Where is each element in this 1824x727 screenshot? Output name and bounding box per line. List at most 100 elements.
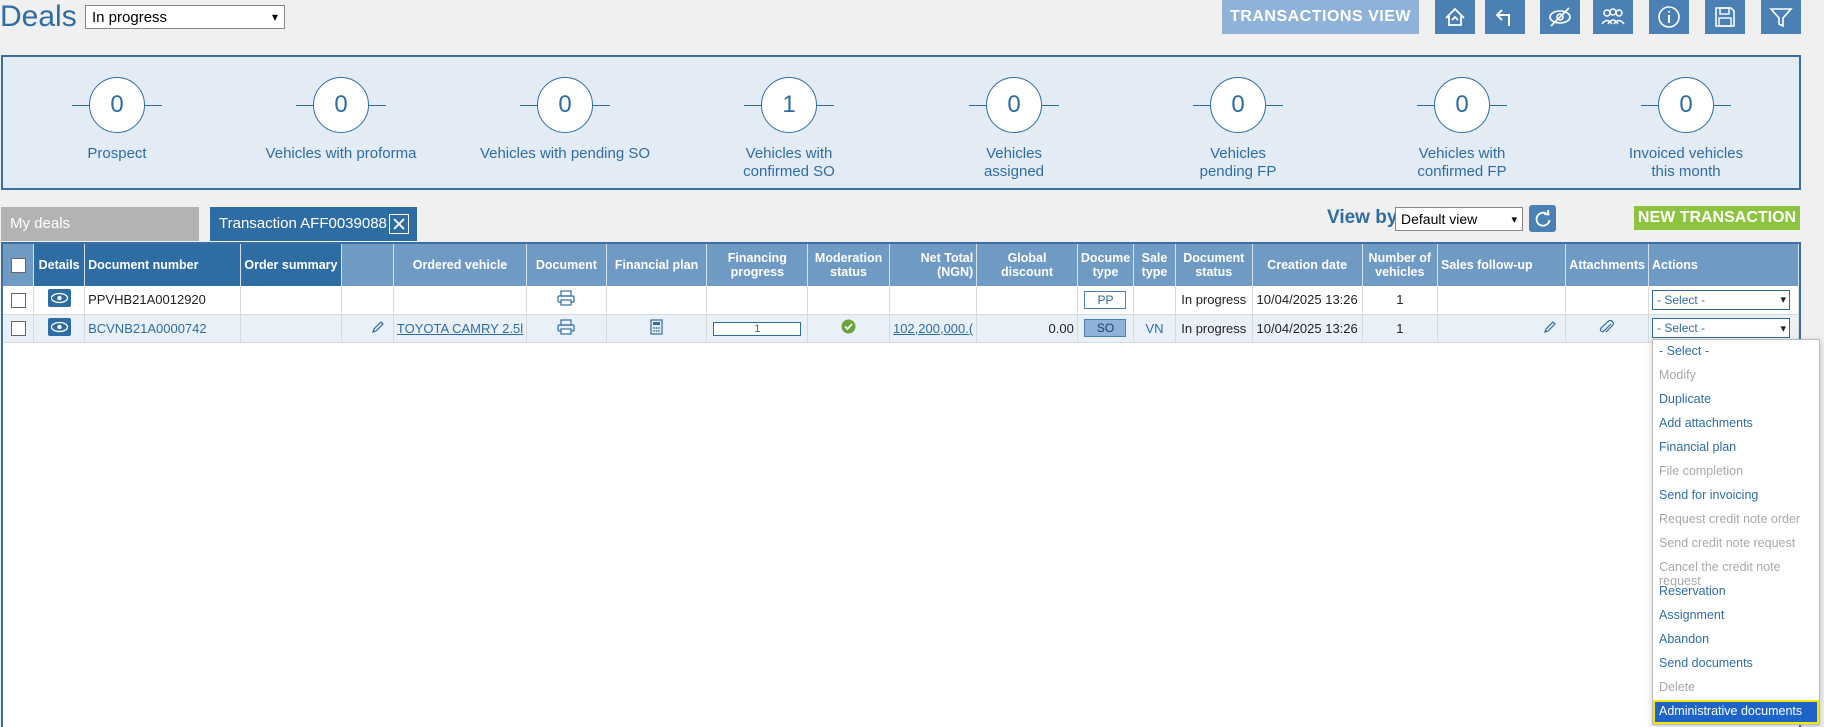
col-attachments[interactable]: Attachments bbox=[1565, 244, 1650, 286]
kpi-pending-fp[interactable]: 0 Vehicles pending FP bbox=[1138, 77, 1338, 181]
home-up-button[interactable] bbox=[1435, 0, 1475, 34]
net-total-link[interactable]: 102,200,000.( bbox=[893, 321, 973, 336]
page-title: Deals bbox=[0, 0, 77, 33]
col-details[interactable]: Details bbox=[33, 244, 86, 286]
attachments-cell[interactable] bbox=[1565, 314, 1650, 343]
info-icon bbox=[1658, 6, 1680, 28]
col-actions[interactable]: Actions bbox=[1648, 244, 1799, 286]
menu-item-add-attachments[interactable]: Add attachments bbox=[1653, 412, 1819, 436]
net-total-cell[interactable]: 102,200,000.( bbox=[889, 314, 978, 343]
tab-transaction[interactable]: Transaction AFF0039088 bbox=[210, 207, 417, 241]
financing-progress bbox=[706, 286, 809, 315]
group-button[interactable] bbox=[1593, 0, 1633, 34]
row-checkbox-cell[interactable] bbox=[3, 314, 35, 343]
save-button[interactable] bbox=[1705, 0, 1745, 34]
col-net-total[interactable]: Net Total (NGN) bbox=[889, 244, 978, 286]
back-button[interactable] bbox=[1485, 0, 1525, 34]
col-document-number[interactable]: Document number bbox=[84, 244, 242, 286]
ordered-vehicle-link[interactable]: TOYOTA CAMRY 2.5l bbox=[397, 321, 523, 336]
view-by-label: View by bbox=[1327, 207, 1398, 228]
financial-plan-cell[interactable] bbox=[606, 314, 708, 343]
refresh-button[interactable] bbox=[1529, 205, 1556, 232]
kpi-confirmed-fp[interactable]: 0 Vehicles with confirmed FP bbox=[1362, 77, 1562, 181]
document-type-cell: SO bbox=[1077, 314, 1135, 343]
pencil-icon[interactable] bbox=[371, 320, 385, 334]
select-all-checkbox[interactable] bbox=[10, 257, 26, 273]
document-number[interactable]: BCVNB21A0000742 bbox=[84, 314, 242, 343]
kpi-prospect[interactable]: 0 Prospect bbox=[17, 77, 217, 163]
menu-item-abandon[interactable]: Abandon bbox=[1653, 628, 1819, 652]
status-filter-select[interactable]: In progress ▾ bbox=[85, 5, 285, 29]
menu-item-duplicate[interactable]: Duplicate bbox=[1653, 388, 1819, 412]
calculator-icon[interactable] bbox=[650, 318, 663, 335]
col-order-summary[interactable]: Order summary bbox=[240, 244, 342, 286]
col-document-status[interactable]: Document status bbox=[1175, 244, 1253, 286]
moderation-status-cell bbox=[807, 314, 890, 343]
kpi-label: Vehicles with proforma bbox=[265, 145, 417, 162]
menu-item-reservation[interactable]: Reservation bbox=[1653, 580, 1819, 604]
col-creation-date[interactable]: Creation date bbox=[1252, 244, 1363, 286]
menu-item-file-completion: File completion bbox=[1659, 464, 1744, 478]
menu-item-send-for-invoicing[interactable]: Send for invoicing bbox=[1653, 484, 1819, 508]
row-checkbox-cell[interactable] bbox=[3, 286, 35, 315]
document-cell[interactable] bbox=[526, 286, 607, 315]
close-icon[interactable] bbox=[389, 214, 409, 234]
kpi-assigned[interactable]: 0 Vehicles assigned bbox=[914, 77, 1114, 181]
paperclip-icon[interactable] bbox=[1598, 319, 1616, 334]
document-cell[interactable] bbox=[526, 314, 607, 343]
kpi-label: Vehicles assigned bbox=[983, 145, 1045, 180]
menu-item-select[interactable]: - Select - bbox=[1653, 340, 1819, 364]
row-action-value: - Select - bbox=[1657, 292, 1706, 307]
col-financial-plan[interactable]: Financial plan bbox=[606, 244, 708, 286]
row-action-select[interactable]: - Select - ▾ bbox=[1652, 289, 1791, 310]
ordered-vehicle-cell[interactable]: TOYOTA CAMRY 2.5l bbox=[393, 314, 528, 343]
actions-cell: - Select - ▾ bbox=[1648, 314, 1799, 343]
edit-cell[interactable] bbox=[341, 314, 394, 343]
menu-item-financial-plan[interactable]: Financial plan bbox=[1653, 436, 1819, 460]
row-action-select[interactable]: - Select - ▾ bbox=[1652, 318, 1791, 338]
row-checkbox[interactable] bbox=[10, 321, 26, 337]
eye-icon[interactable] bbox=[47, 289, 71, 308]
select-all-header[interactable] bbox=[3, 244, 35, 286]
edit-cell bbox=[341, 286, 394, 315]
col-global-discount[interactable]: Global discount bbox=[976, 244, 1078, 286]
document-number[interactable]: PPVHB21A0012920 bbox=[84, 286, 242, 315]
filter-button[interactable] bbox=[1761, 0, 1801, 34]
sales-followup-cell bbox=[1437, 286, 1567, 315]
col-document-type[interactable]: Docume type bbox=[1077, 244, 1135, 286]
col-sale-type[interactable]: Sale type bbox=[1133, 244, 1176, 286]
menu-item-assignment[interactable]: Assignment bbox=[1653, 604, 1819, 628]
eye-icon[interactable] bbox=[47, 317, 71, 336]
printer-icon[interactable] bbox=[557, 290, 576, 306]
kpi-proforma[interactable]: 0 Vehicles with proforma bbox=[241, 77, 441, 163]
col-moderation-status[interactable]: Moderation status bbox=[807, 244, 890, 286]
menu-item-administrative-documents[interactable]: Administrative documents bbox=[1653, 700, 1819, 724]
tab-my-deals[interactable]: My deals bbox=[1, 207, 199, 241]
info-button[interactable] bbox=[1649, 0, 1689, 34]
row-checkbox[interactable] bbox=[10, 292, 26, 308]
sales-followup-cell[interactable] bbox=[1437, 314, 1567, 343]
hide-icon bbox=[1549, 7, 1571, 27]
view-by-select[interactable]: Default view ▾ bbox=[1395, 207, 1523, 231]
col-sales-followup[interactable]: Sales follow-up bbox=[1437, 244, 1567, 286]
kpi-invoiced[interactable]: 0 Invoiced vehicles this month bbox=[1586, 77, 1786, 181]
details-cell[interactable] bbox=[33, 286, 86, 315]
kpi-pending-so[interactable]: 0 Vehicles with pending SO bbox=[465, 77, 665, 163]
menu-item-cancel-credit-note-request: Cancel the credit note request bbox=[1659, 560, 1781, 588]
global-discount: 0.00 bbox=[976, 314, 1078, 343]
transactions-view-button[interactable]: TRANSACTIONS VIEW bbox=[1222, 0, 1419, 34]
filter-icon bbox=[1769, 8, 1793, 28]
printer-icon[interactable] bbox=[557, 318, 576, 335]
col-number-of-vehicles[interactable]: Number of vehicles bbox=[1362, 244, 1438, 286]
details-cell[interactable] bbox=[33, 314, 86, 343]
hide-button[interactable] bbox=[1540, 0, 1580, 34]
kpi-confirmed-so[interactable]: 1 Vehicles with confirmed SO bbox=[689, 77, 889, 181]
new-transaction-button[interactable]: NEW TRANSACTION bbox=[1634, 206, 1800, 230]
document-type-badge: SO bbox=[1084, 319, 1127, 337]
col-document[interactable]: Document bbox=[526, 244, 607, 286]
actions-dropdown-list[interactable]: - Select - Modify Duplicate Add attachme… bbox=[1652, 339, 1820, 725]
pencil-icon[interactable] bbox=[1543, 320, 1557, 334]
menu-item-send-documents[interactable]: Send documents bbox=[1653, 652, 1819, 676]
col-ordered-vehicle[interactable]: Ordered vehicle bbox=[393, 244, 528, 286]
col-financing-progress[interactable]: Financing progress bbox=[706, 244, 809, 286]
